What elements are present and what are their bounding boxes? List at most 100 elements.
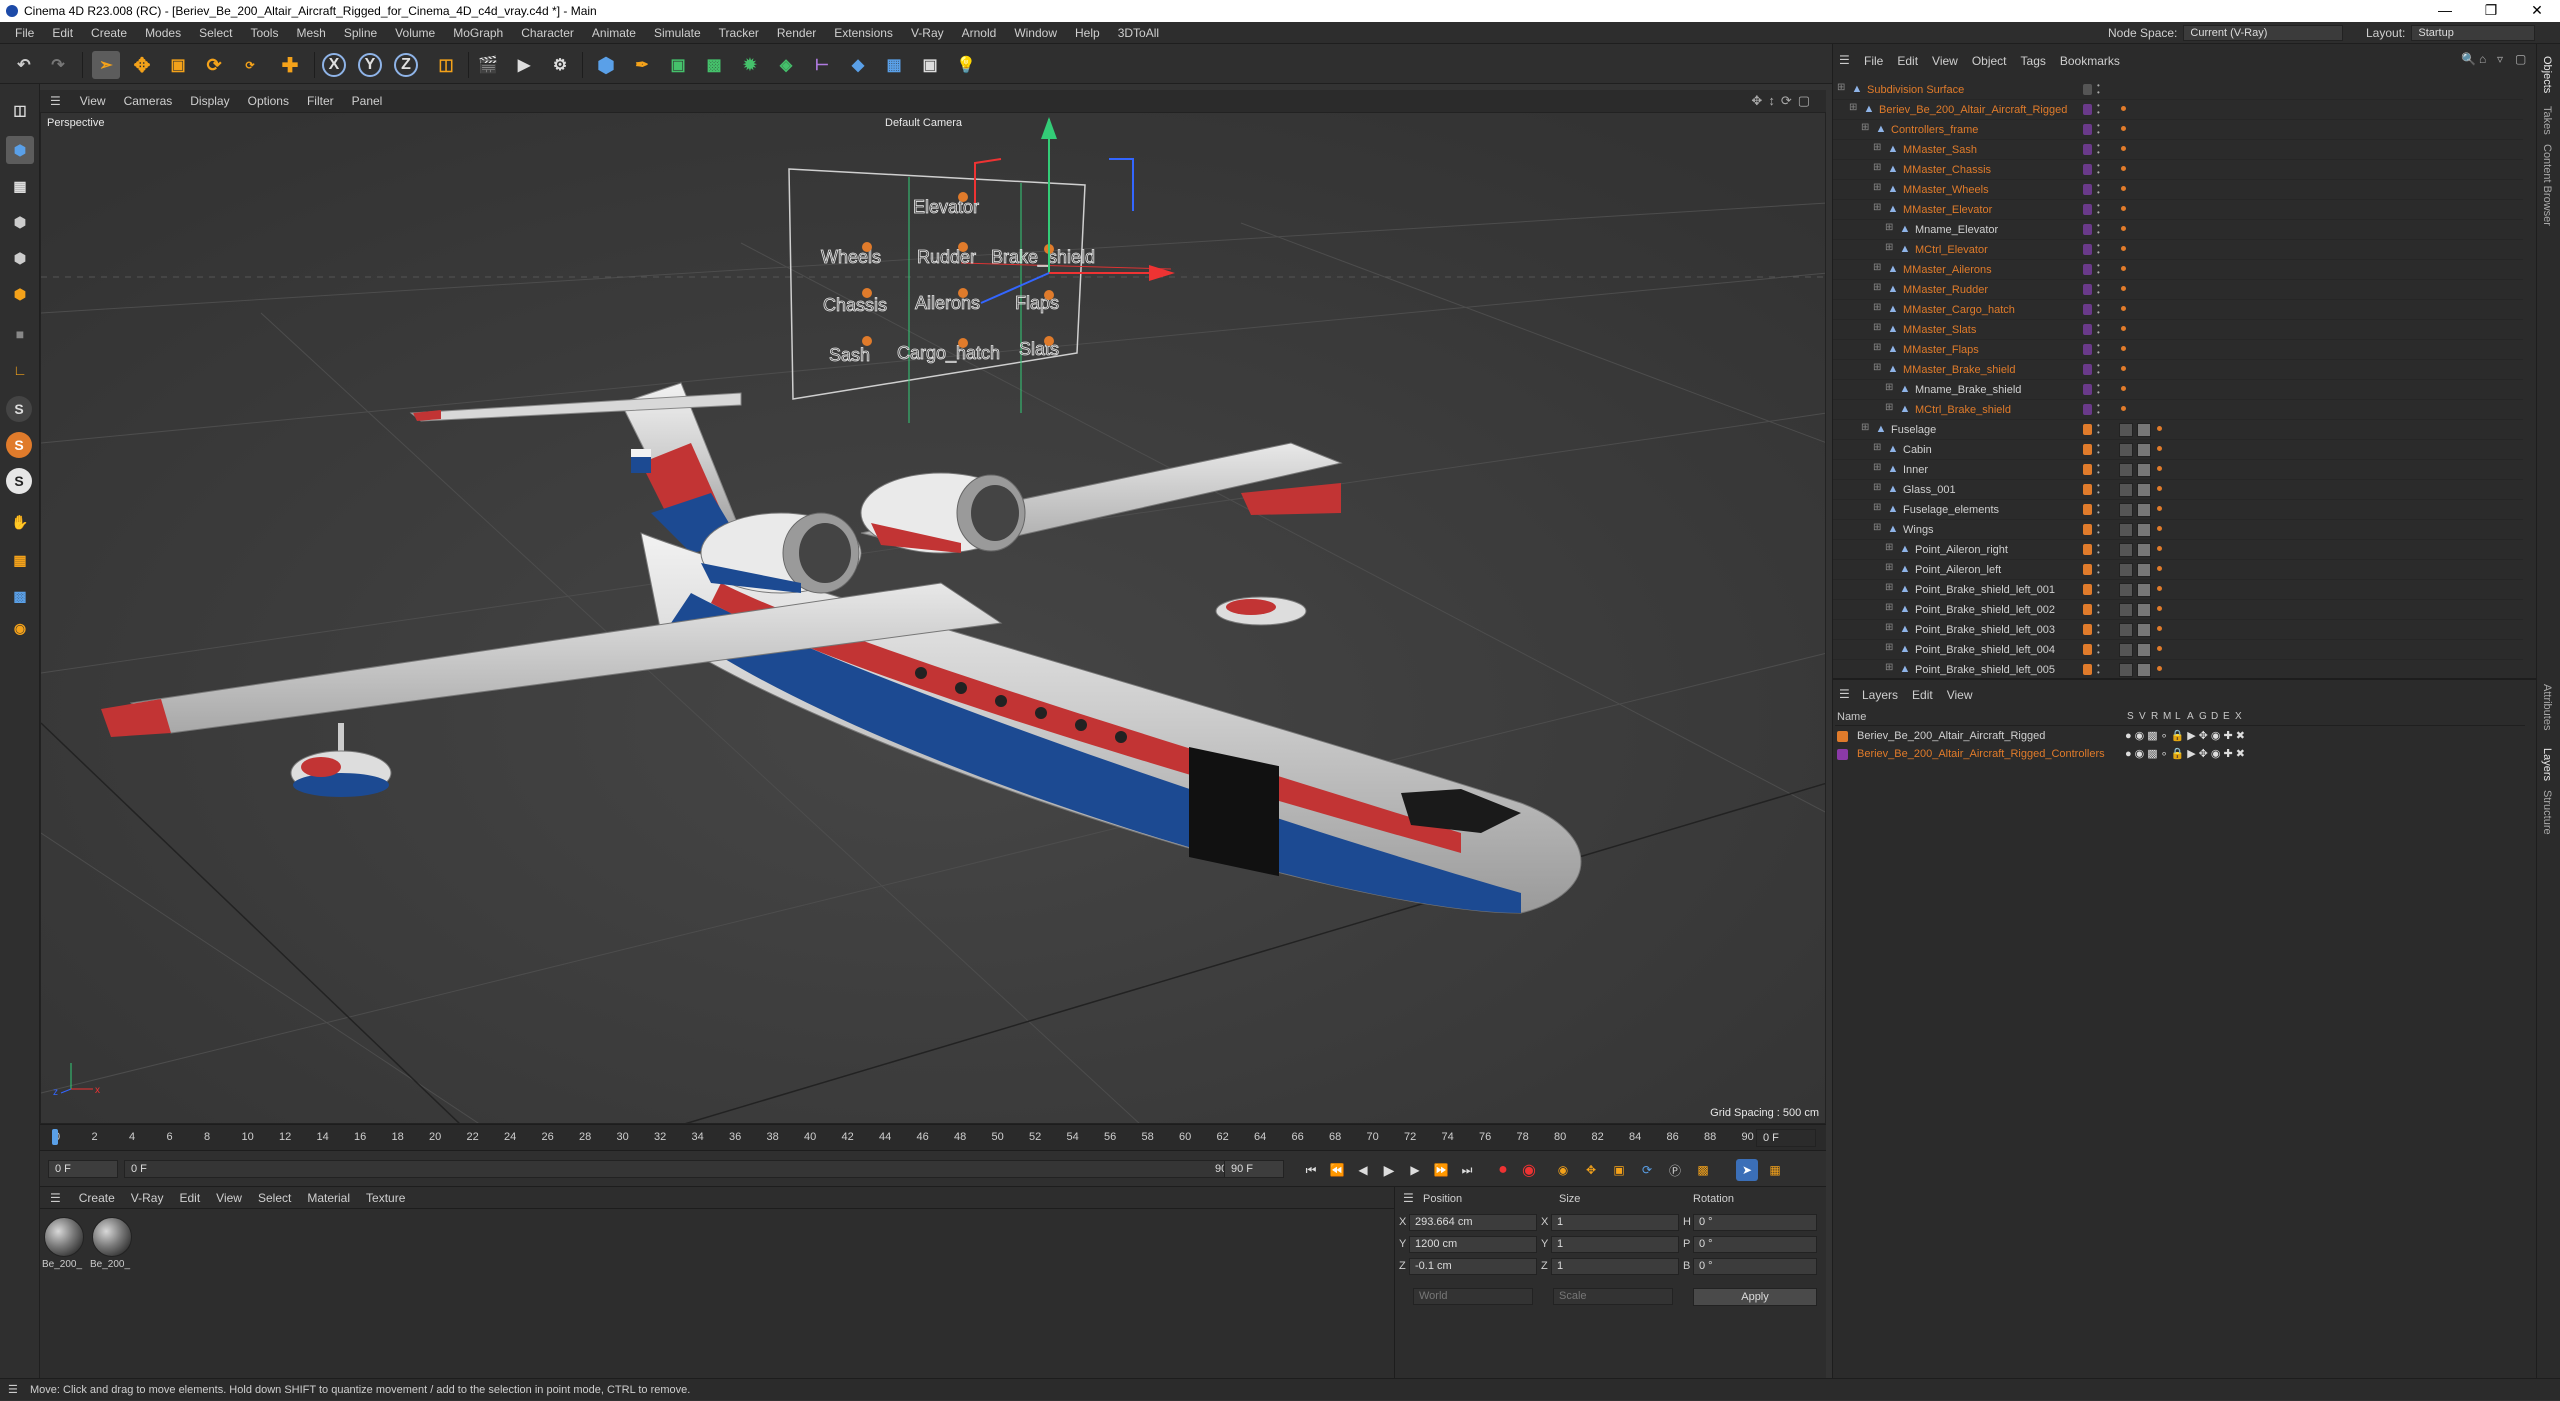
tab-content-browser[interactable]: Content Browser [2541, 144, 2553, 226]
menu-help[interactable]: Help [1066, 26, 1109, 40]
expand-toggle-icon[interactable]: ⊞ [1885, 242, 1893, 253]
material-edit-menu[interactable]: Edit [171, 1191, 208, 1205]
expand-toggle-icon[interactable]: ⊞ [1885, 222, 1893, 233]
menu-vray[interactable]: V-Ray [902, 26, 953, 40]
object-name[interactable]: MMaster_Brake_shield [1903, 364, 2016, 376]
max-frame-field[interactable]: 90 F [1224, 1160, 1284, 1178]
texture-tag-icon[interactable] [2137, 643, 2151, 657]
material-material-menu[interactable]: Material [299, 1191, 358, 1205]
expand-toggle-icon[interactable]: ⊞ [1873, 202, 1881, 213]
axis-y-lock[interactable]: Y [358, 53, 382, 77]
menu-create[interactable]: Create [82, 26, 136, 40]
material-select-menu[interactable]: Select [250, 1191, 299, 1205]
material-create-menu[interactable]: Create [71, 1191, 123, 1205]
texture-tag-icon[interactable] [2137, 443, 2151, 457]
layer-color-swatch[interactable] [2083, 284, 2092, 295]
tab-attributes[interactable]: Attributes [2541, 684, 2553, 730]
object-name[interactable]: MMaster_Ailerons [1903, 264, 1992, 276]
layer-color-swatch[interactable] [2083, 564, 2092, 575]
om-new-window-icon[interactable]: ▢ [2515, 52, 2526, 66]
minimize-button[interactable]: — [2422, 0, 2468, 22]
object-row[interactable]: ⊞ ▲ MMaster_Wheels • • [1833, 180, 2523, 200]
visibility-dots-icon[interactable]: • • [2097, 382, 2100, 397]
tweak-icon[interactable]: ✋ [6, 508, 34, 536]
texture-mode-icon[interactable]: ▦ [6, 172, 34, 200]
expand-toggle-icon[interactable]: ⊞ [1873, 522, 1881, 533]
object-row[interactable]: ⊞ ▲ Subdivision Surface • • [1833, 80, 2523, 100]
expand-toggle-icon[interactable]: ⊞ [1837, 82, 1845, 93]
object-name[interactable]: Subdivision Surface [1867, 84, 1964, 96]
object-row[interactable]: ⊞ ▲ Point_Brake_shield_left_002 • • [1833, 600, 2523, 620]
expand-toggle-icon[interactable]: ⊞ [1873, 502, 1881, 513]
coordinate-system-icon[interactable]: ◫ [432, 51, 460, 79]
layer-color-swatch[interactable] [2083, 604, 2092, 615]
key-pla-icon[interactable]: ▩ [1692, 1159, 1714, 1181]
grid-icon[interactable]: ▦ [6, 546, 34, 574]
texture-tag-icon[interactable] [2119, 423, 2133, 437]
motion-mode-icon[interactable]: ➤ [1736, 1159, 1758, 1181]
next-key-icon[interactable]: ⏩ [1430, 1159, 1452, 1181]
undo-icon[interactable]: ↶ [10, 51, 38, 79]
visibility-dots-icon[interactable]: • • [2097, 82, 2100, 97]
visibility-dots-icon[interactable]: • • [2097, 302, 2100, 317]
layer-color-swatch[interactable] [2083, 324, 2092, 335]
object-name[interactable]: MCtrl_Elevator [1915, 244, 1988, 256]
position-field[interactable]: 293.664 cm [1409, 1214, 1537, 1231]
layer-name[interactable]: Beriev_Be_200_Altair_Aircraft_Rigged_Con… [1857, 748, 2105, 760]
go-to-start-icon[interactable]: ⏮ [1300, 1159, 1322, 1181]
viewport-view-menu[interactable]: View [71, 94, 115, 108]
texture-tag-icon[interactable] [2119, 483, 2133, 497]
size-field[interactable]: 1 [1551, 1214, 1679, 1231]
position-field[interactable]: 1200 cm [1409, 1236, 1537, 1253]
material-texture-menu[interactable]: Texture [358, 1191, 413, 1205]
object-name[interactable]: MCtrl_Brake_shield [1915, 404, 2011, 416]
object-name[interactable]: Mname_Elevator [1915, 224, 1998, 236]
layer-color-swatch[interactable] [2083, 164, 2092, 175]
texture-tag-icon[interactable] [2137, 523, 2151, 537]
layer-view-menu[interactable]: View [1940, 688, 1980, 702]
next-frame-icon[interactable]: ▶ [1404, 1159, 1426, 1181]
points-mode-icon[interactable]: ⬢ [6, 208, 34, 236]
status-menu-icon[interactable]: ☰ [8, 1379, 18, 1401]
visibility-dots-icon[interactable]: • • [2097, 502, 2100, 517]
object-name[interactable]: Point_Brake_shield_left_004 [1915, 644, 2055, 656]
tab-objects[interactable]: Objects [2541, 56, 2553, 93]
rotation-field[interactable]: 0 ° [1693, 1258, 1817, 1275]
layer-color-swatch[interactable] [2083, 464, 2092, 475]
object-row[interactable]: ⊞ ▲ MMaster_Chassis • • [1833, 160, 2523, 180]
object-name[interactable]: Glass_001 [1903, 484, 1956, 496]
layers-menu[interactable]: Layers [1855, 688, 1905, 702]
object-row[interactable]: ⊞ ▲ MMaster_Flaps • • [1833, 340, 2523, 360]
menu-mograph[interactable]: MoGraph [444, 26, 512, 40]
menu-spline[interactable]: Spline [335, 26, 386, 40]
object-name[interactable]: Inner [1903, 464, 1928, 476]
visibility-dots-icon[interactable]: • • [2097, 642, 2100, 657]
om-filter-icon[interactable]: ▿ [2497, 52, 2503, 66]
previous-frame-icon[interactable]: ◀ [1352, 1159, 1374, 1181]
expand-toggle-icon[interactable]: ⊞ [1885, 642, 1893, 653]
render-region-icon[interactable]: 🎬 [474, 51, 502, 79]
recent-tools-icon[interactable]: ⟳ [236, 51, 264, 79]
menu-simulate[interactable]: Simulate [645, 26, 710, 40]
object-name[interactable]: Mname_Brake_shield [1915, 384, 2021, 396]
cube-icon[interactable]: ⬢ [592, 51, 620, 79]
go-to-end-icon[interactable]: ⏭ [1456, 1159, 1478, 1181]
object-row[interactable]: ⊞ ▲ MMaster_Rudder • • [1833, 280, 2523, 300]
layer-color-swatch[interactable] [2083, 344, 2092, 355]
object-name[interactable]: MMaster_Wheels [1903, 184, 1989, 196]
viewport-filter-menu[interactable]: Filter [298, 94, 343, 108]
expand-toggle-icon[interactable]: ⊞ [1885, 542, 1893, 553]
texture-tag-icon[interactable] [2137, 603, 2151, 617]
node-space-select[interactable]: Current (V-Ray) [2183, 25, 2344, 41]
rotate-icon[interactable]: ⟳ [200, 51, 228, 79]
object-row[interactable]: ⊞ ▲ Cabin • • [1833, 440, 2523, 460]
object-row[interactable]: ⊞ ▲ MMaster_Sash • • [1833, 140, 2523, 160]
om-home-icon[interactable]: ⌂ [2479, 52, 2486, 66]
layer-color-swatch[interactable] [2083, 104, 2092, 115]
deformer-icon[interactable]: ✹ [736, 51, 764, 79]
expand-toggle-icon[interactable]: ⊞ [1861, 122, 1869, 133]
menu-character[interactable]: Character [512, 26, 583, 40]
object-row[interactable]: ⊞ ▲ Point_Brake_shield_left_001 • • [1833, 580, 2523, 600]
texture-tag-icon[interactable] [2119, 523, 2133, 537]
viewport-panel-menu[interactable]: Panel [343, 94, 392, 108]
